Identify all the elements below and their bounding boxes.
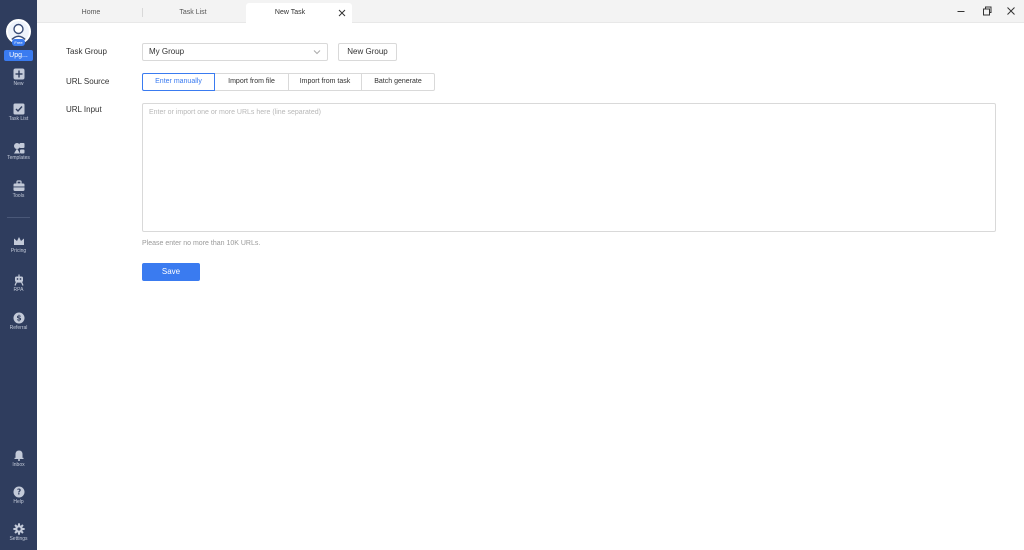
sidebar-item-label: Help (13, 499, 24, 505)
sidebar-item-tools[interactable]: Tools (0, 180, 37, 210)
minimize-icon[interactable] (955, 5, 967, 17)
tab-new-task-label: New Task (274, 9, 306, 16)
sidebar-item-label: Tools (12, 193, 25, 199)
url-limit-hint: Please enter no more than 10K URLs. (142, 240, 261, 247)
gear-icon (12, 523, 25, 535)
plus-square-icon (13, 68, 24, 80)
task-group-label: Task Group (66, 47, 107, 56)
sidebar-divider (7, 217, 30, 218)
sidebar-item-task-list[interactable]: Task List (0, 103, 37, 133)
plan-badge: Free (12, 39, 25, 46)
tab-home[interactable]: Home (41, 3, 141, 23)
sidebar-item-label: Templates (7, 155, 30, 161)
tab-new-task[interactable]: New Task (246, 3, 352, 23)
sidebar-item-label: Pricing (10, 248, 27, 254)
sidebar-item-label: Settings (9, 536, 28, 542)
restore-icon[interactable] (981, 5, 993, 17)
url-source-label: URL Source (66, 77, 110, 86)
url-input-textarea[interactable] (142, 103, 996, 232)
url-source-batch-generate[interactable]: Batch generate (361, 73, 435, 91)
sidebar-item-label: Referral (9, 325, 28, 331)
sidebar-item-templates[interactable]: Templates (0, 142, 37, 172)
svg-text:$: $ (16, 314, 21, 323)
sidebar-item-pricing[interactable]: Pricing (0, 235, 37, 265)
help-icon: ? (13, 486, 24, 498)
new-group-button[interactable]: New Group (338, 43, 397, 61)
robot-icon (13, 274, 24, 286)
url-source-enter-manually[interactable]: Enter manually (142, 73, 215, 91)
save-button[interactable]: Save (142, 263, 200, 281)
sidebar-item-settings[interactable]: Settings (0, 523, 37, 550)
tab-bar: Home Task List New Task (37, 0, 1024, 23)
chevron-down-icon (313, 50, 321, 55)
task-group-value: My Group (149, 47, 185, 56)
svg-text:?: ? (16, 488, 20, 497)
upgrade-button[interactable]: Upg... (4, 50, 33, 61)
task-list-icon (13, 103, 24, 115)
task-group-select[interactable]: My Group (142, 43, 328, 61)
sidebar-item-label: Inbox (12, 462, 25, 468)
url-source-import-from-task[interactable]: Import from task (288, 73, 362, 91)
sidebar-item-new[interactable]: New (0, 68, 37, 98)
url-source-import-from-file[interactable]: Import from file (214, 73, 289, 91)
sidebar-item-rpa[interactable]: RPA (0, 274, 37, 304)
sidebar: Free Upg... New Task List Templates Tool… (0, 0, 37, 550)
sidebar-item-referral[interactable]: $ Referral (0, 312, 37, 342)
close-window-icon[interactable] (1005, 5, 1017, 17)
bell-icon (14, 450, 23, 461)
close-tab-icon[interactable] (338, 9, 346, 17)
url-input-label: URL Input (66, 105, 102, 114)
crown-icon (13, 237, 24, 245)
toolbox-icon (13, 180, 24, 191)
sidebar-item-label: New (13, 81, 24, 87)
tab-task-list[interactable]: Task List (141, 3, 245, 23)
dollar-icon: $ (13, 312, 24, 324)
templates-icon (13, 143, 24, 154)
sidebar-item-help[interactable]: ? Help (0, 486, 37, 516)
sidebar-item-label: Task List (8, 116, 29, 122)
sidebar-item-inbox[interactable]: Inbox (0, 449, 37, 479)
sidebar-item-label: RPA (13, 287, 24, 293)
